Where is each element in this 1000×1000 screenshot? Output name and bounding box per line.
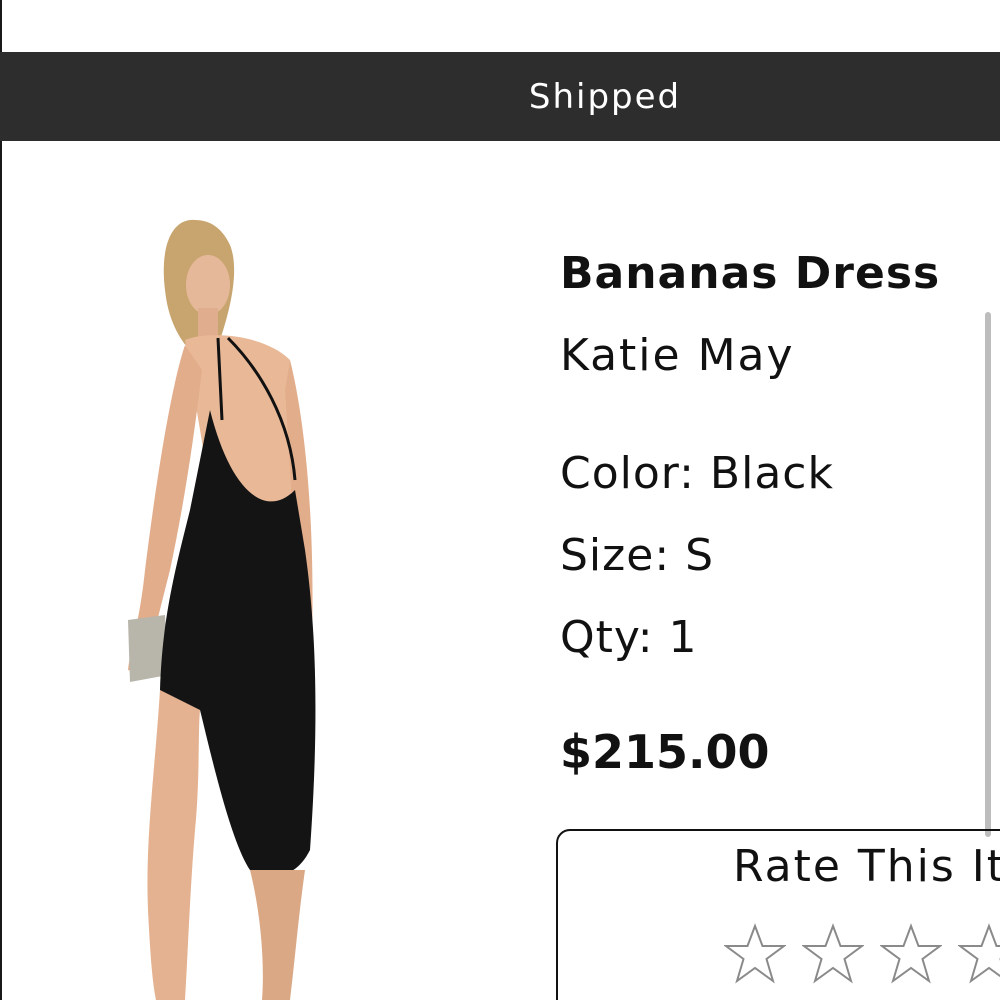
order-item-page: Shipped Bananas Dress Katie May Color: B… bbox=[0, 0, 1000, 1000]
star-outline-icon[interactable] bbox=[958, 923, 1000, 985]
rate-item-title: Rate This Item bbox=[733, 841, 1000, 892]
product-name[interactable]: Bananas Dress bbox=[560, 248, 940, 299]
product-quantity: Qty: 1 bbox=[560, 612, 698, 663]
left-border bbox=[0, 0, 2, 1000]
order-status-label: Shipped bbox=[528, 76, 682, 117]
star-outline-icon[interactable] bbox=[724, 923, 786, 985]
product-brand[interactable]: Katie May bbox=[560, 330, 795, 381]
star-outline-icon[interactable] bbox=[802, 923, 864, 985]
star-rating bbox=[724, 923, 1000, 985]
product-color: Color: Black bbox=[560, 448, 834, 499]
rate-item-card: Rate This Item bbox=[556, 829, 1000, 1000]
product-image[interactable] bbox=[90, 190, 390, 1000]
product-price: $215.00 bbox=[560, 725, 770, 779]
star-outline-icon[interactable] bbox=[880, 923, 942, 985]
order-status-bar: Shipped bbox=[0, 52, 1000, 141]
product-size: Size: S bbox=[560, 530, 715, 581]
vertical-scrollbar[interactable] bbox=[985, 312, 991, 837]
